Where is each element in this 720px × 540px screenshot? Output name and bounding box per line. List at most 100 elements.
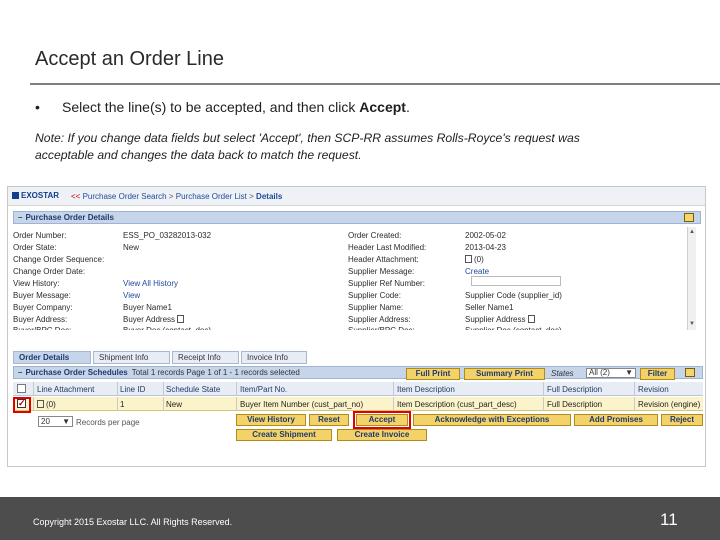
records-per-page-value: 20 [41, 417, 50, 426]
value-header-attachment[interactable]: (0) [465, 255, 484, 264]
col-revision[interactable]: Revision [638, 385, 702, 394]
view-all-history-link[interactable]: View All History [123, 279, 178, 288]
label-order-state: Order State: [13, 243, 57, 252]
attachment-icon[interactable] [37, 400, 44, 408]
buyer-address-text: Buyer Address [123, 315, 176, 324]
collapse-icon[interactable]: – [18, 368, 22, 377]
column-divider [33, 397, 34, 411]
add-promises-button[interactable]: Add Promises [574, 414, 658, 426]
po-details-header[interactable]: – Purchase Order Details [13, 211, 701, 224]
print-icon[interactable] [685, 368, 695, 377]
create-supplier-message-link[interactable]: Create [465, 267, 489, 276]
label-supplier-address: Supplier Address: [348, 315, 411, 324]
logo-mark-icon [12, 192, 19, 199]
value-supplier-code: Supplier Code (supplier_id) [465, 291, 562, 300]
col-schedule-state[interactable]: Schedule State [166, 385, 236, 394]
supplier-ref-number-input[interactable] [471, 276, 561, 286]
address-book-icon[interactable] [527, 315, 535, 323]
bullet-point: • [35, 99, 40, 115]
breadcrumb-back-link[interactable]: << [71, 192, 80, 201]
full-print-button[interactable]: Full Print [406, 368, 460, 380]
create-invoice-button[interactable]: Create Invoice [337, 429, 427, 441]
label-order-created: Order Created: [348, 231, 402, 240]
app-header: EXOSTAR << Purchase Order Search > Purch… [8, 187, 705, 206]
attachment-icon[interactable] [465, 255, 472, 263]
row-item-part-no: Buyer Item Number (cust_part_no) [240, 400, 364, 409]
states-select[interactable]: All (2) ▼ [586, 368, 636, 378]
checkbox-highlight [13, 397, 31, 413]
label-header-attachment: Header Attachment: [348, 255, 419, 264]
po-details-title: Purchase Order Details [25, 213, 114, 222]
po-details-panel: Order Number: Order State: Change Order … [13, 227, 696, 330]
records-per-page-select[interactable]: 20 ▼ [38, 416, 73, 427]
value-order-created: 2002-05-02 [465, 231, 506, 240]
label-buyer-doc: Buyer/BPC Doc: [13, 326, 71, 330]
bullet-text: Select the line(s) to be accepted, and t… [62, 99, 410, 115]
label-change-order-seq: Change Order Sequence: [13, 255, 105, 264]
label-header-last-modified: Header Last Modified: [348, 243, 427, 252]
row-attachment-count: (0) [46, 400, 56, 409]
label-supplier-doc: Supplier/BPC Doc: [348, 326, 415, 330]
col-line-attachment[interactable]: Line Attachment [37, 385, 115, 394]
select-all-checkbox[interactable] [17, 384, 26, 393]
note-line-1: Note: If you change data fields but sele… [35, 131, 580, 145]
records-summary: Total 1 records Page 1 of 1 - 1 records … [131, 368, 300, 377]
column-divider [117, 397, 118, 411]
col-line-id[interactable]: Line ID [120, 385, 165, 394]
value-buyer-doc: Buyer Doc (contact_doc) [123, 326, 211, 330]
scroll-down-icon[interactable]: ▼ [689, 321, 695, 327]
view-history-button[interactable]: View History [236, 414, 306, 426]
tab-order-details[interactable]: Order Details [13, 351, 91, 364]
label-supplier-code: Supplier Code: [348, 291, 401, 300]
chevron-down-icon: ▼ [625, 368, 633, 377]
column-divider [236, 397, 237, 411]
reset-button[interactable]: Reset [309, 414, 349, 426]
label-supplier-ref-number: Supplier Ref Number: [348, 279, 425, 288]
label-buyer-company: Buyer Company: [13, 303, 73, 312]
row-revision: Revision (engine) [638, 400, 701, 409]
scroll-up-icon[interactable]: ▲ [689, 229, 695, 235]
breadcrumb-po-list[interactable]: Purchase Order List [176, 192, 247, 201]
filter-button[interactable]: Filter [640, 368, 675, 380]
tab-receipt-info[interactable]: Receipt Info [172, 351, 239, 364]
summary-print-button[interactable]: Summary Print [464, 368, 545, 380]
schedule-actions: 20 ▼ Records per page View History Reset … [13, 411, 703, 452]
breadcrumb-separator: > [168, 192, 174, 201]
slide-title: Accept an Order Line [35, 48, 224, 70]
address-book-icon[interactable] [177, 315, 185, 323]
label-change-order-date: Change Order Date: [13, 267, 86, 276]
col-full-description[interactable]: Full Description [547, 385, 632, 394]
value-buyer-company: Buyer Name1 [123, 303, 172, 312]
label-order-number: Order Number: [13, 231, 67, 240]
tab-shipment-info[interactable]: Shipment Info [93, 351, 170, 364]
states-label: States [551, 369, 574, 378]
bullet-text-end: . [405, 99, 410, 115]
column-divider [543, 382, 544, 396]
column-divider [236, 382, 237, 396]
table-header: Line Attachment Line ID Schedule State I… [13, 382, 703, 396]
po-schedules-panel: – Purchase Order Schedules Total 1 records… [13, 366, 703, 466]
col-item-part-no[interactable]: Item/Part No. [240, 385, 390, 394]
reject-button[interactable]: Reject [661, 414, 703, 426]
row-line-attachment[interactable]: (0) [37, 400, 115, 409]
value-supplier-name: Seller Name1 [465, 303, 514, 312]
row-line-id: 1 [120, 400, 125, 409]
tab-invoice-info[interactable]: Invoice Info [241, 351, 307, 364]
supplier-address-text: Supplier Address [465, 315, 526, 324]
create-shipment-button[interactable]: Create Shipment [236, 429, 332, 441]
table-row[interactable]: (0) 1 New Buyer Item Number (cust_part_n… [13, 397, 703, 411]
view-buyer-message-link[interactable]: View [123, 291, 140, 300]
records-per-page-label: Records per page [76, 418, 140, 427]
print-icon[interactable] [684, 213, 694, 222]
label-supplier-message: Supplier Message: [348, 267, 415, 276]
bullet-text-bold: Accept [359, 99, 406, 115]
col-item-description[interactable]: Item Description [397, 385, 537, 394]
acknowledge-with-exceptions-button[interactable]: Acknowledge with Exceptions [413, 414, 571, 426]
header-attachment-count: (0) [474, 255, 484, 264]
states-selected-value: All (2) [589, 368, 610, 377]
breadcrumb-current: Details [256, 192, 283, 201]
breadcrumb-po-search[interactable]: Purchase Order Search [83, 192, 167, 201]
collapse-icon[interactable]: – [18, 213, 22, 222]
column-divider [393, 397, 394, 411]
details-scrollbar[interactable]: ▲ ▼ [687, 227, 696, 330]
